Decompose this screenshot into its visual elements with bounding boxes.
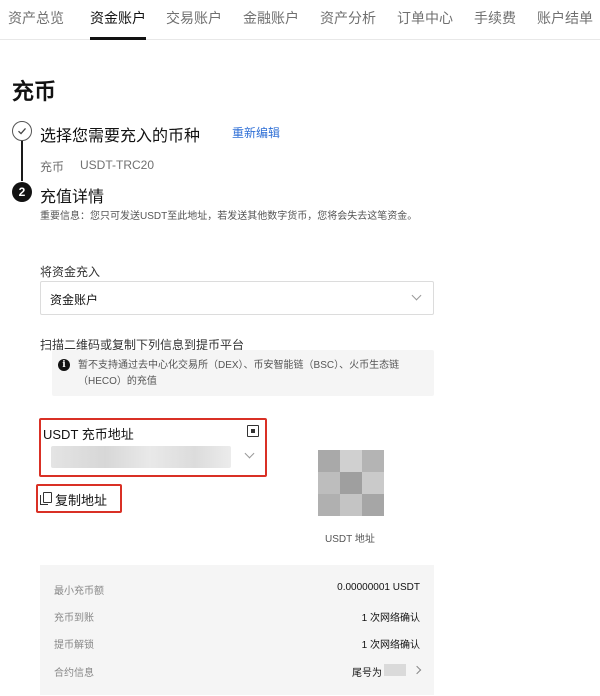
info-value: 1 次网络确认: [361, 640, 420, 651]
info-value: 1 次网络确认: [361, 613, 420, 624]
tab-fees[interactable]: 手续费: [474, 8, 516, 28]
qr-code-icon[interactable]: [247, 425, 259, 437]
copy-address-label: 复制地址: [55, 493, 108, 508]
step-connector: [21, 141, 23, 181]
tab-asset-analysis[interactable]: 资产分析: [320, 8, 376, 28]
selected-coin-label: 充币: [40, 160, 65, 174]
info-key: 提币解锁: [54, 640, 94, 651]
step1-check-icon: [12, 121, 32, 141]
important-notice: 重要信息：您只可发送USDT至此地址，若发送其他数字货币，您将会失去这笔资金。: [40, 211, 418, 222]
step1-title: 选择您需要充入的币种: [40, 128, 201, 145]
deposit-account-select[interactable]: 资金账户: [40, 281, 434, 315]
deposit-address-field[interactable]: USDT 充币地址: [39, 418, 267, 477]
info-icon: i: [58, 359, 70, 371]
top-nav: 资产总览 资金账户 交易账户 金融账户 资产分析 订单中心 手续费 账户结单: [0, 0, 600, 40]
tab-trading-account[interactable]: 交易账户: [166, 8, 222, 28]
info-key: 充币到账: [54, 613, 94, 624]
info-row-unlock-confirmations: 提币解锁 1 次网络确认: [40, 636, 434, 656]
tab-asset-overview[interactable]: 资产总览: [8, 8, 64, 28]
info-key: 合约信息: [54, 668, 94, 679]
chevron-down-icon[interactable]: [244, 448, 255, 459]
step2-title: 充值详情: [40, 189, 105, 206]
page-title: 充币: [12, 79, 57, 104]
tab-statements[interactable]: 账户结单: [537, 8, 593, 28]
chevron-down-icon: [411, 290, 422, 301]
reselect-coin-link[interactable]: 重新编辑: [232, 124, 280, 141]
info-row-credit-confirmations: 充币到账 1 次网络确认: [40, 609, 434, 629]
tab-finance-account[interactable]: 金融账户: [243, 8, 299, 28]
deposit-to-label: 将资金充入: [40, 265, 101, 279]
chevron-right-icon[interactable]: [412, 665, 422, 675]
deposit-address-label: USDT 充币地址: [43, 427, 134, 442]
dex-warning-text: 暂不支持通过去中心化交易所（DEX）、币安智能链（BSC）、火币生态链（HECO…: [78, 360, 400, 387]
deposit-account-value: 资金账户: [50, 293, 99, 307]
step2-number-badge: 2: [12, 182, 32, 202]
qr-code-caption: USDT 地址: [325, 534, 375, 545]
copy-icon: [40, 492, 52, 505]
deposit-address-value-redacted: [51, 446, 231, 468]
copy-address-button[interactable]: 复制地址: [36, 484, 122, 513]
check-icon: [18, 127, 26, 135]
info-key: 最小充币额: [54, 586, 104, 597]
contract-suffix-redacted: [384, 664, 406, 676]
deposit-qr-code-redacted: [318, 450, 384, 516]
deposit-info-panel: 最小充币额 0.00000001 USDT 充币到账 1 次网络确认 提币解锁 …: [40, 565, 434, 695]
active-tab-indicator: [90, 37, 146, 40]
info-row-contract[interactable]: 合约信息 尾号为: [40, 664, 434, 684]
selected-coin-value: USDT-TRC20: [80, 158, 155, 172]
info-value: 尾号为: [352, 668, 382, 679]
tab-funding-account[interactable]: 资金账户: [90, 8, 146, 28]
dex-warning-banner: i 暂不支持通过去中心化交易所（DEX）、币安智能链（BSC）、火币生态链（HE…: [52, 350, 434, 396]
tab-order-center[interactable]: 订单中心: [397, 8, 453, 28]
info-value: 0.00000001 USDT: [337, 582, 420, 593]
info-row-min-deposit: 最小充币额 0.00000001 USDT: [40, 582, 434, 602]
